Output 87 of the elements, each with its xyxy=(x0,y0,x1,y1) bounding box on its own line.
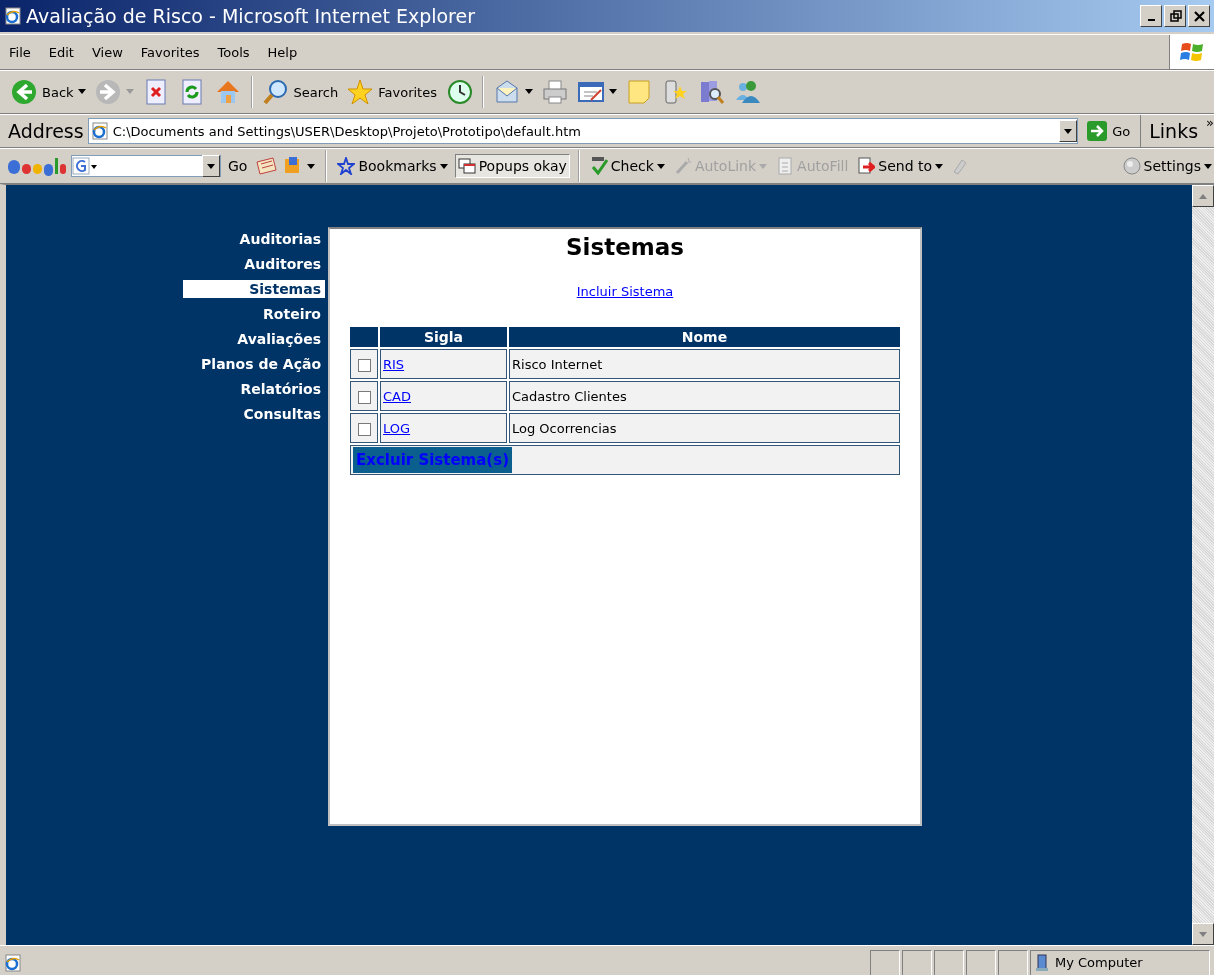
form-icon xyxy=(776,157,795,175)
google-g-icon xyxy=(72,157,98,175)
row-checkbox[interactable] xyxy=(357,422,371,436)
column-header: Sigla xyxy=(380,327,507,347)
status-pane xyxy=(934,949,964,975)
menu-item[interactable]: Help xyxy=(258,44,307,60)
caret-icon xyxy=(935,163,944,169)
page-arrow-icon xyxy=(857,157,876,175)
scrollbar[interactable] xyxy=(1192,185,1214,945)
page-heading: Sistemas xyxy=(566,234,684,260)
google-search-field[interactable] xyxy=(71,155,221,177)
caret-icon xyxy=(524,89,533,95)
column-header: Nome xyxy=(509,327,900,347)
spell-check-icon xyxy=(589,157,608,175)
restore-button[interactable] xyxy=(1164,5,1186,27)
gear-circle-icon xyxy=(1122,157,1141,175)
dropdown-arrow-icon xyxy=(1064,128,1073,134)
status-pane xyxy=(966,949,996,975)
table-cell: Risco Internet xyxy=(509,349,900,379)
toolbar-button[interactable]: Send to xyxy=(855,155,946,177)
go-button[interactable]: Go xyxy=(1082,115,1142,147)
menu-item[interactable]: Tools xyxy=(208,44,259,60)
table-cell: Cadastro Clientes xyxy=(509,381,900,411)
nav-link[interactable]: Auditorias xyxy=(183,227,325,252)
window-title: Avaliação de Risco - Microsoft Internet Explorer xyxy=(26,5,476,27)
computer-icon xyxy=(1035,953,1051,972)
toolbar-button[interactable]: Search xyxy=(259,76,341,108)
nav-link[interactable]: Avaliações xyxy=(183,327,325,352)
toolbar-button[interactable]: Popups okay xyxy=(454,154,570,178)
page-icon xyxy=(4,7,22,25)
sigla-link[interactable]: RIS xyxy=(383,356,405,372)
menu-item[interactable]: View xyxy=(82,44,132,60)
nav-link[interactable]: Consultas xyxy=(183,402,325,427)
caret-icon xyxy=(608,89,617,95)
nav-link[interactable]: Auditores xyxy=(183,252,325,277)
wand-icon xyxy=(673,157,692,175)
address-label: Address xyxy=(8,120,84,142)
go-button[interactable]: Go xyxy=(226,156,250,176)
scroll-down-icon[interactable] xyxy=(1199,931,1207,937)
address-field[interactable]: C:\Documents and Settings\USER\Desktop\Projeto\Prototipo\default.htm xyxy=(87,118,1079,144)
caret-icon xyxy=(1204,163,1212,169)
caret-icon xyxy=(77,89,86,95)
row-checkbox[interactable] xyxy=(357,390,371,404)
restore-icon xyxy=(1167,8,1183,24)
page-icon xyxy=(90,122,109,140)
links-button[interactable]: Links xyxy=(1145,120,1203,142)
add-link[interactable]: Incluir Sistema xyxy=(576,284,674,299)
nav-link[interactable]: Roteiro xyxy=(183,302,325,327)
header-cell xyxy=(350,327,378,347)
popup-window-icon xyxy=(457,157,476,175)
menu-item[interactable]: File xyxy=(0,44,40,60)
news-icon[interactable] xyxy=(254,156,279,176)
toolbar-button[interactable]: Settings xyxy=(1120,155,1214,177)
minimize-icon xyxy=(1147,19,1155,21)
status-pane xyxy=(870,949,900,975)
star-icon xyxy=(346,78,375,106)
dropdown-arrow-icon xyxy=(207,163,215,169)
page-icon xyxy=(4,953,22,972)
menu-item[interactable]: Edit xyxy=(39,44,83,60)
nav-link[interactable]: Relatórios xyxy=(183,377,325,402)
toolbar-button[interactable]: Back xyxy=(8,76,88,108)
toolbar-button[interactable]: Check xyxy=(587,155,667,177)
star-icon xyxy=(337,157,356,175)
printer-icon[interactable] xyxy=(540,78,569,106)
search-icon xyxy=(261,78,290,106)
caret-icon xyxy=(439,163,448,169)
sigla-link[interactable]: LOG xyxy=(383,420,411,436)
minimize-button[interactable] xyxy=(1140,5,1162,27)
toolbar-button[interactable]: Favorites xyxy=(344,76,439,108)
row-checkbox[interactable] xyxy=(357,358,371,372)
zone-label: My Computer xyxy=(1055,955,1143,970)
nav-link[interactable]: Sistemas xyxy=(183,280,325,298)
status-pane xyxy=(998,949,1028,975)
scroll-up-icon[interactable] xyxy=(1199,193,1207,199)
more-chevron[interactable]: » xyxy=(1206,115,1214,130)
status-pane xyxy=(902,949,932,975)
caret-icon xyxy=(759,163,768,169)
google-logo-icon xyxy=(8,156,66,176)
close-icon xyxy=(1191,8,1207,24)
caret-icon xyxy=(125,89,134,95)
nav-link[interactable]: Planos de Ação xyxy=(183,352,325,377)
sigla-link[interactable]: CAD xyxy=(383,388,411,404)
table-cell: Log Ocorrencias xyxy=(509,413,900,443)
toolbar-button[interactable]: Bookmarks xyxy=(335,155,450,177)
menu-item[interactable]: Favorites xyxy=(131,44,209,60)
close-button[interactable] xyxy=(1188,5,1210,27)
caret-icon xyxy=(656,163,665,169)
